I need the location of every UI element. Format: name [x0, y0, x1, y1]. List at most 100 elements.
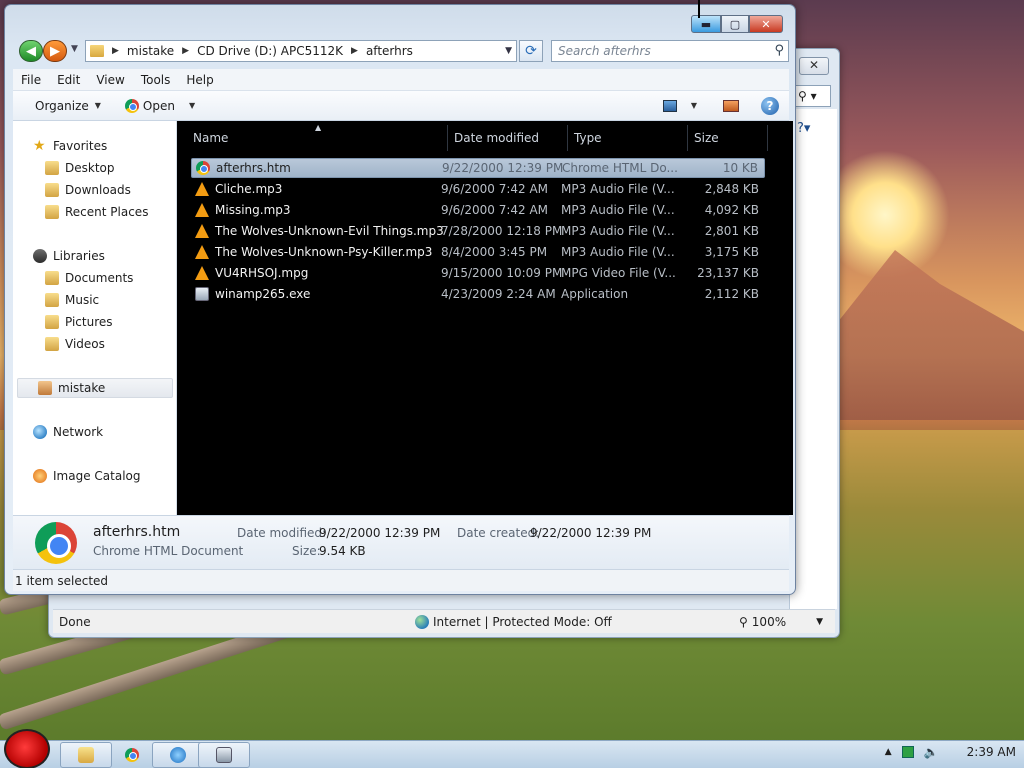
nav-pictures[interactable]: Pictures: [45, 313, 113, 331]
file-date: 8/4/2000 3:45 PM: [441, 245, 548, 259]
chevron-down-icon[interactable]: ▼: [505, 46, 512, 56]
taskbar-explorer-button[interactable]: [60, 742, 112, 768]
ie-search-icon[interactable]: ⚲ ▾: [793, 85, 831, 107]
menu-help[interactable]: Help: [178, 73, 221, 87]
file-row[interactable]: The Wolves-Unknown-Psy-Killer.mp3 8/4/20…: [191, 242, 765, 262]
refresh-button[interactable]: ⟳: [519, 40, 543, 62]
battery-icon[interactable]: [901, 746, 914, 758]
column-divider[interactable]: [687, 125, 688, 151]
breadcrumb-item[interactable]: mistake: [127, 44, 174, 58]
nav-label: Image Catalog: [53, 469, 141, 483]
breadcrumb-item[interactable]: CD Drive (D:) APC5112K: [197, 44, 343, 58]
file-row[interactable]: Missing.mp3 9/6/2000 7:42 AM MP3 Audio F…: [191, 200, 765, 220]
nav-label: Desktop: [65, 161, 115, 175]
file-size: 10 KB: [722, 161, 758, 175]
column-type[interactable]: Type: [574, 131, 602, 145]
search-input[interactable]: Search afterhrs ⚲: [551, 40, 789, 62]
file-name: afterhrs.htm: [216, 161, 291, 175]
close-button[interactable]: ✕: [749, 15, 783, 33]
open-button[interactable]: Open ▼: [117, 98, 203, 113]
taskbar-chrome-button[interactable]: [106, 742, 158, 768]
show-hidden-icons-icon[interactable]: ▲: [885, 747, 892, 757]
start-button[interactable]: [4, 729, 50, 768]
change-view-icon[interactable]: [662, 99, 677, 112]
view-controls: ▼ ?: [662, 96, 779, 115]
column-size[interactable]: Size: [694, 131, 719, 145]
file-row[interactable]: Cliche.mp3 9/6/2000 7:42 AM MP3 Audio Fi…: [191, 179, 765, 199]
vlc-cone-icon: [195, 245, 209, 259]
ie-help-icon[interactable]: ?▾: [797, 121, 810, 136]
chrome-icon: [35, 522, 77, 564]
column-divider[interactable]: [767, 125, 768, 151]
file-date: 7/28/2000 12:18 PM: [441, 224, 563, 238]
file-row[interactable]: The Wolves-Unknown-Evil Things.mp3 7/28/…: [191, 221, 765, 241]
explorer-window[interactable]: ▬ ▢ ✕ ◀ ▶ ▼ ▶ mistake ▶ CD Drive (D:) AP…: [4, 4, 796, 595]
open-label: Open: [142, 98, 175, 113]
nav-documents[interactable]: Documents: [45, 269, 133, 287]
ie-close-button[interactable]: ✕: [799, 57, 829, 75]
nav-network[interactable]: Network: [33, 423, 103, 441]
file-name: The Wolves-Unknown-Psy-Killer.mp3: [215, 245, 433, 259]
nav-recent-places[interactable]: Recent Places: [45, 203, 148, 221]
chevron-down-icon: ▼: [188, 101, 196, 110]
nav-favorites[interactable]: ★ Favorites: [33, 137, 107, 155]
menu-view[interactable]: View: [88, 73, 132, 87]
nav-videos[interactable]: Videos: [45, 335, 105, 353]
taskbar-app-button[interactable]: [198, 742, 250, 768]
pictures-icon: [45, 315, 59, 329]
preview-pane-icon[interactable]: [723, 99, 739, 112]
file-row[interactable]: winamp265.exe 4/23/2009 2:24 AM Applicat…: [191, 284, 765, 304]
desktop-icon: [45, 161, 59, 175]
file-date: 9/6/2000 7:42 AM: [441, 203, 549, 217]
nav-user[interactable]: mistake: [17, 378, 173, 398]
nav-desktop[interactable]: Desktop: [45, 159, 115, 177]
menu-tools[interactable]: Tools: [133, 73, 179, 87]
vlc-cone-icon: [195, 203, 209, 217]
column-date-modified[interactable]: Date modified: [454, 131, 539, 145]
volume-icon[interactable]: 🔈: [924, 745, 939, 759]
column-divider[interactable]: [447, 125, 448, 151]
column-divider[interactable]: [567, 125, 568, 151]
organize-button[interactable]: Organize ▼: [27, 99, 109, 113]
chevron-right-icon[interactable]: ▶: [351, 46, 358, 56]
search-icon[interactable]: ⚲: [774, 43, 784, 58]
file-size: 3,175 KB: [704, 245, 759, 259]
breadcrumb-item[interactable]: afterhrs: [366, 44, 413, 58]
chevron-right-icon[interactable]: ▶: [112, 46, 119, 56]
clock[interactable]: 2:39 AM: [967, 745, 1016, 759]
column-header-row: ▲ Name Date modified Type Size: [177, 121, 793, 155]
chevron-down-icon: ▼: [816, 616, 824, 627]
forward-button[interactable]: ▶: [43, 40, 67, 62]
menu-file[interactable]: File: [13, 73, 49, 87]
minimize-button[interactable]: ▬: [691, 15, 721, 33]
chevron-right-icon[interactable]: ▶: [182, 46, 189, 56]
file-list[interactable]: ▲ Name Date modified Type Size afterhrs.…: [177, 121, 793, 515]
ie-zoom[interactable]: ⚲ 100% ▼: [739, 615, 823, 629]
nav-libraries[interactable]: Libraries: [33, 247, 105, 265]
back-button[interactable]: ◀: [19, 40, 43, 62]
recent-pages-button[interactable]: ▼: [71, 44, 78, 54]
taskbar-ie-button[interactable]: [152, 742, 204, 768]
ie-security-zone[interactable]: Internet | Protected Mode: Off: [415, 614, 612, 629]
nav-image-catalog[interactable]: Image Catalog: [33, 467, 140, 485]
file-row[interactable]: VU4RHSOJ.mpg 9/15/2000 10:09 PM MPG Vide…: [191, 263, 765, 283]
chevron-down-icon: ▼: [94, 101, 101, 110]
sort-ascending-icon: ▲: [315, 123, 322, 132]
address-bar[interactable]: ▶ mistake ▶ CD Drive (D:) APC5112K ▶ aft…: [85, 40, 517, 62]
nav-music[interactable]: Music: [45, 291, 99, 309]
image-catalog-icon: [33, 469, 47, 483]
maximize-button[interactable]: ▢: [721, 15, 749, 33]
file-type: MPG Video File (V...: [561, 266, 676, 280]
help-icon[interactable]: ?: [761, 96, 779, 115]
network-icon: [33, 425, 47, 439]
file-type: Chrome HTML Do...: [562, 161, 678, 175]
chevron-down-icon[interactable]: ▼: [691, 101, 697, 110]
menu-edit[interactable]: Edit: [49, 73, 88, 87]
file-row[interactable]: afterhrs.htm 9/22/2000 12:39 PM Chrome H…: [191, 158, 765, 178]
nav-downloads[interactable]: Downloads: [45, 181, 131, 199]
ie-statusbar: Done Internet | Protected Mode: Off ⚲ 10…: [53, 609, 835, 633]
column-name[interactable]: Name: [193, 131, 228, 145]
file-size: 23,137 KB: [697, 266, 759, 280]
navigation-bar: ◀ ▶ ▼ ▶ mistake ▶ CD Drive (D:) APC5112K…: [15, 39, 789, 63]
details-size-label: Size:: [292, 544, 321, 558]
